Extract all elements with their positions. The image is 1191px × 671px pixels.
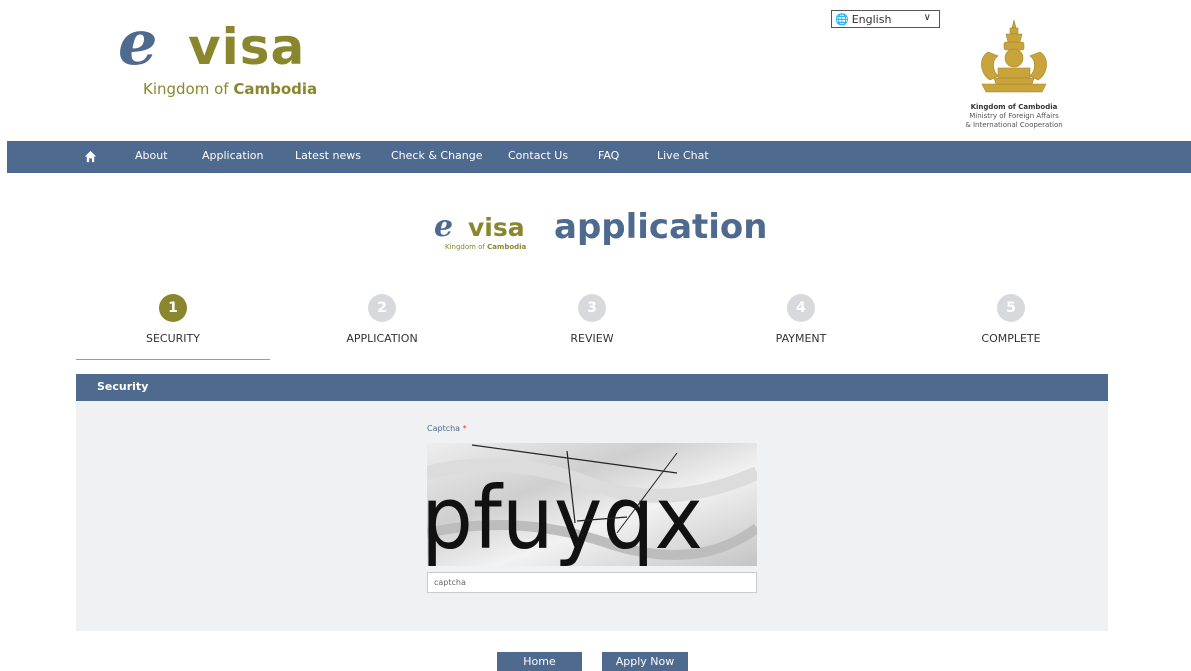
step-label: REVIEW	[570, 332, 614, 345]
section-title: Security	[97, 380, 149, 393]
captcha-image: pfuyqx	[427, 443, 757, 566]
nav-item-live-chat[interactable]: Live Chat	[657, 149, 709, 162]
step-number: 2	[368, 294, 396, 322]
logo-visa-text: visa	[188, 18, 306, 76]
title-kingdom-prefix: Kingdom of	[445, 243, 485, 251]
step-label: SECURITY	[146, 332, 200, 345]
title-logo-visa: visa	[468, 213, 525, 242]
title-logo-kingdom: Kingdom of Cambodia	[445, 243, 526, 251]
title-logo-e: e	[434, 209, 454, 244]
nav-item-check-change[interactable]: Check & Change	[391, 149, 483, 162]
captcha-input[interactable]: captcha	[427, 572, 757, 593]
logo-kingdom-prefix: Kingdom of	[143, 80, 229, 98]
step-number: 1	[159, 294, 187, 322]
step-application: 2 APPLICATION	[302, 294, 462, 345]
nav-item-faq[interactable]: FAQ	[598, 149, 619, 162]
page: e visa Kingdom of Cambodia 🌐 English ∨ K…	[0, 0, 1191, 671]
step-number: 4	[787, 294, 815, 322]
captcha-text: pfuyqx	[427, 468, 703, 566]
step-label: APPLICATION	[346, 332, 418, 345]
ministry-line-1: Kingdom of Cambodia	[970, 103, 1058, 111]
home-button[interactable]: Home	[497, 652, 582, 671]
captcha-label-text: Captcha	[427, 424, 461, 433]
captcha-label: Captcha *	[427, 424, 467, 433]
ministry-line-2: Ministry of Foreign Affairs	[969, 112, 1059, 120]
logo-e-letter: e	[118, 6, 158, 79]
step-payment: 4 PAYMENT	[721, 294, 881, 345]
ministry-line-3: & International Cooperation	[965, 121, 1063, 129]
section-header: Security	[76, 374, 1108, 401]
logo-kingdom-bold: Cambodia	[233, 80, 318, 98]
required-mark: *	[462, 424, 467, 433]
apply-now-button[interactable]: Apply Now	[602, 652, 688, 671]
royal-emblem-icon	[981, 19, 1047, 93]
language-select[interactable]: 🌐 English ∨	[831, 10, 940, 28]
nav-item-latest-news[interactable]: Latest news	[295, 149, 361, 162]
logo-kingdom-text: Kingdom of Cambodia	[143, 80, 317, 98]
step-label: COMPLETE	[981, 332, 1041, 345]
step-label: PAYMENT	[775, 332, 827, 345]
title-application-text: application	[554, 207, 768, 247]
step-review: 3 REVIEW	[512, 294, 672, 345]
nav-item-about[interactable]: About	[135, 149, 168, 162]
step-number: 3	[578, 294, 606, 322]
globe-icon: 🌐	[835, 12, 849, 26]
main-nav: About Application Latest news Check & Ch…	[7, 141, 1191, 173]
nav-item-contact-us[interactable]: Contact Us	[508, 149, 568, 162]
step-complete: 5 COMPLETE	[931, 294, 1091, 345]
step-number: 5	[997, 294, 1025, 322]
page-title: e visa Kingdom of Cambodia application	[434, 208, 768, 258]
ministry-caption: Kingdom of Cambodia Ministry of Foreign …	[940, 103, 1088, 130]
title-kingdom-bold: Cambodia	[487, 243, 527, 251]
evisa-logo[interactable]: e visa Kingdom of Cambodia	[116, 12, 326, 100]
step-security: 1 SECURITY	[93, 294, 253, 345]
active-step-underline	[76, 359, 270, 360]
home-icon[interactable]	[84, 150, 97, 163]
chevron-down-icon: ∨	[923, 12, 931, 23]
language-value: English	[851, 12, 892, 26]
nav-item-application[interactable]: Application	[202, 149, 263, 162]
